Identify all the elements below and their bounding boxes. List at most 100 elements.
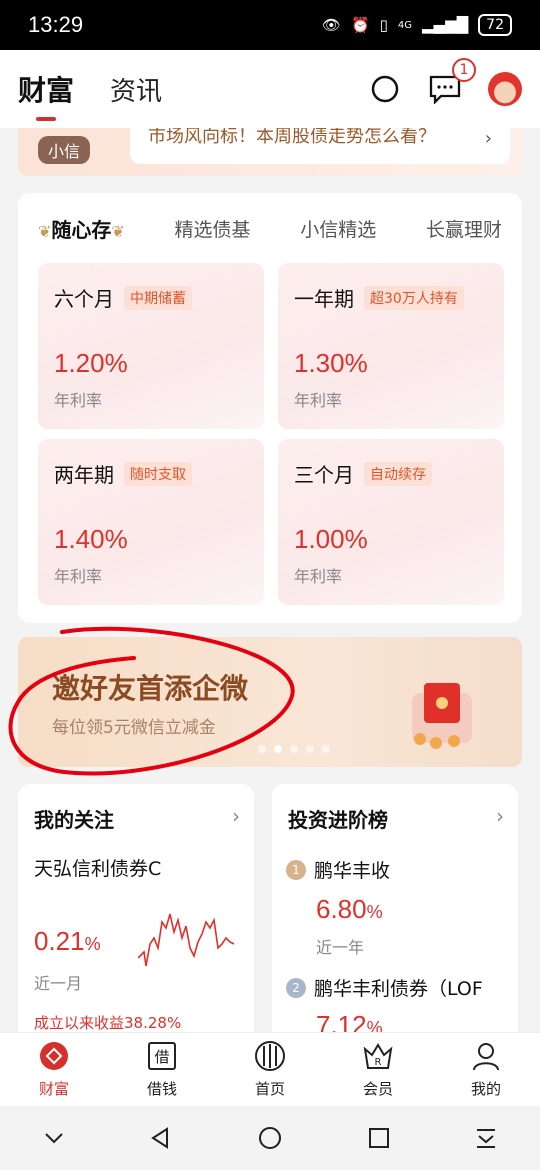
svg-text:R: R xyxy=(375,1057,382,1068)
message-badge: 1 xyxy=(452,58,476,82)
ranking-rate-value: 6.80 xyxy=(316,894,367,924)
network-label: 4G xyxy=(397,19,413,31)
ranking-rate-label: 近一年 xyxy=(316,938,365,957)
rank-number: 1 xyxy=(286,859,306,880)
product-rate-label: 年利率 xyxy=(54,567,103,586)
nav-mine[interactable]: 我的 xyxy=(446,1040,526,1099)
carousel-dot xyxy=(258,745,266,753)
chevron-right-icon[interactable]: › xyxy=(496,804,504,828)
product-card[interactable]: 三个月 自动续存 1.00% 年利率 xyxy=(278,439,504,605)
product-name: 一年期 xyxy=(294,287,354,311)
nav-member-label: 会员 xyxy=(362,1080,393,1098)
carousel-dot xyxy=(322,745,330,753)
tab-bond-funds[interactable]: 精选债基 xyxy=(175,215,251,242)
tab-xiaoxin-picks[interactable]: 小信精选 xyxy=(300,215,376,242)
carousel-dots xyxy=(258,745,330,753)
notice-tag: 小信 xyxy=(38,136,91,164)
rank-number: 2 xyxy=(286,977,306,998)
product-grid: 六个月 中期储蓄 1.20% 年利率 一年期 超30万人持有 1.30% 年利率 两… xyxy=(38,263,504,605)
recents-icon[interactable] xyxy=(367,1126,391,1150)
battery-icon: 72 xyxy=(478,14,512,36)
product-tag: 中期储蓄 xyxy=(124,285,192,310)
my-follow-card[interactable]: 我的关注 › 天弘信利债券C 0.21% 近一月 成立以来收益38.28% xyxy=(18,784,254,1044)
status-time: 13:29 xyxy=(28,12,84,37)
promo-banner[interactable]: 邀好友首添企微 每位领5元微信立减金 xyxy=(18,637,522,767)
product-name: 六个月 xyxy=(54,287,114,311)
chevron-right-icon: › xyxy=(484,128,492,149)
bottom-nav: 财富 借 借钱 首页 R 会员 我的 xyxy=(0,1032,540,1106)
ranking-card[interactable]: 投资进阶榜 › 1 鹏华丰收 6.80% 近一年 2 鹏华丰利债券（LOF 7.… xyxy=(272,784,518,1044)
search-icon[interactable] xyxy=(368,72,402,106)
fund-name: 天弘信利债券C xyxy=(34,858,162,880)
wealth-icon xyxy=(38,1040,70,1072)
system-nav xyxy=(0,1106,540,1170)
vibrate-icon: ▯ xyxy=(379,16,388,34)
home-circle-icon[interactable] xyxy=(257,1125,283,1151)
carousel-dot xyxy=(306,745,314,753)
fund-rate-value: 0.21 xyxy=(34,926,85,956)
nav-home-label: 首页 xyxy=(254,1080,285,1098)
ranking-item[interactable]: 2 鹏华丰利债券（LOF xyxy=(286,974,483,1001)
nav-home[interactable]: 首页 xyxy=(230,1040,310,1099)
top-icons: 1 xyxy=(368,58,522,106)
signal-icon: ▂▄▆█ xyxy=(422,16,469,34)
product-rate-label: 年利率 xyxy=(294,391,343,410)
avatar[interactable] xyxy=(488,72,522,106)
ranking-item-name: 鹏华丰收 xyxy=(314,860,391,882)
product-rate-label: 年利率 xyxy=(294,567,343,586)
notice-banner[interactable]: 小信 市场风向标！本周股债走势怎么看？ › xyxy=(18,128,522,176)
status-icons: 👁 ⏰ ▯ 4G ▂▄▆█ 72 xyxy=(322,14,512,36)
product-rate: 1.00% xyxy=(294,524,368,554)
product-rate: 1.30% xyxy=(294,348,368,378)
nav-borrow[interactable]: 借 借钱 xyxy=(122,1040,202,1099)
nav-member[interactable]: R 会员 xyxy=(338,1040,418,1099)
eye-icon: 👁 xyxy=(321,16,341,34)
product-name: 三个月 xyxy=(294,463,354,487)
back-icon[interactable] xyxy=(149,1126,173,1150)
product-rate: 1.40% xyxy=(54,524,128,554)
ranking-title: 投资进阶榜 xyxy=(288,808,388,832)
tab-changying[interactable]: 长赢理财 xyxy=(426,215,502,242)
tab-suixincun-label: 随心存 xyxy=(51,217,112,242)
gift-box-icon xyxy=(412,683,472,749)
product-card[interactable]: 一年期 超30万人持有 1.30% 年利率 xyxy=(278,263,504,429)
tab-wealth[interactable]: 财富 xyxy=(18,69,74,121)
notice-text: 市场风向标！本周股债走势怎么看？ xyxy=(148,128,436,147)
ranking-rate: 6.80% xyxy=(316,894,383,925)
home-icon xyxy=(254,1040,286,1072)
chevron-right-icon[interactable]: › xyxy=(232,804,240,828)
tab-suixincun[interactable]: ❦随心存❦ xyxy=(38,214,125,243)
sparkline-chart xyxy=(138,913,235,967)
product-card[interactable]: 六个月 中期储蓄 1.20% 年利率 xyxy=(38,263,264,429)
tab-news[interactable]: 资讯 xyxy=(110,71,162,108)
nav-wealth[interactable]: 财富 xyxy=(14,1040,94,1099)
product-tag: 随时支取 xyxy=(124,461,192,486)
ranking-item-name: 鹏华丰利债券（LOF xyxy=(314,978,483,1000)
product-rate-label: 年利率 xyxy=(54,391,103,410)
laurel-right-icon: ❦ xyxy=(111,221,125,241)
chevron-down-icon[interactable] xyxy=(42,1126,66,1150)
product-card[interactable]: 两年期 随时支取 1.40% 年利率 xyxy=(38,439,264,605)
borrow-icon: 借 xyxy=(146,1040,178,1072)
status-bar: 13:29 👁 ⏰ ▯ 4G ▂▄▆█ 72 xyxy=(0,0,540,50)
product-name: 两年期 xyxy=(54,463,114,487)
nav-mine-label: 我的 xyxy=(470,1080,501,1098)
carousel-dot xyxy=(290,745,298,753)
follow-title: 我的关注 xyxy=(34,808,114,832)
svg-text:借: 借 xyxy=(154,1048,169,1066)
fund-total-return: 成立以来收益38.28% xyxy=(34,1014,182,1032)
message-button[interactable]: 1 xyxy=(428,58,476,106)
carousel-dot-active xyxy=(274,745,282,753)
product-tag: 自动续存 xyxy=(364,461,432,486)
top-bar: 财富 资讯 1 xyxy=(0,50,540,128)
product-tag: 超30万人持有 xyxy=(364,285,464,310)
user-icon xyxy=(470,1040,502,1072)
laurel-left-icon: ❦ xyxy=(38,221,52,241)
category-tabs: ❦随心存❦ 精选债基 小信精选 长赢理财 xyxy=(18,193,522,263)
banner-subtitle: 每位领5元微信立减金 xyxy=(52,718,216,738)
pull-down-icon[interactable] xyxy=(474,1126,498,1150)
fund-rate: 0.21% xyxy=(34,926,101,957)
ranking-item[interactable]: 1 鹏华丰收 xyxy=(286,856,390,883)
savings-card: ❦随心存❦ 精选债基 小信精选 长赢理财 六个月 中期储蓄 1.20% 年利率 一… xyxy=(18,193,522,623)
banner-title: 邀好友首添企微 xyxy=(52,672,249,705)
